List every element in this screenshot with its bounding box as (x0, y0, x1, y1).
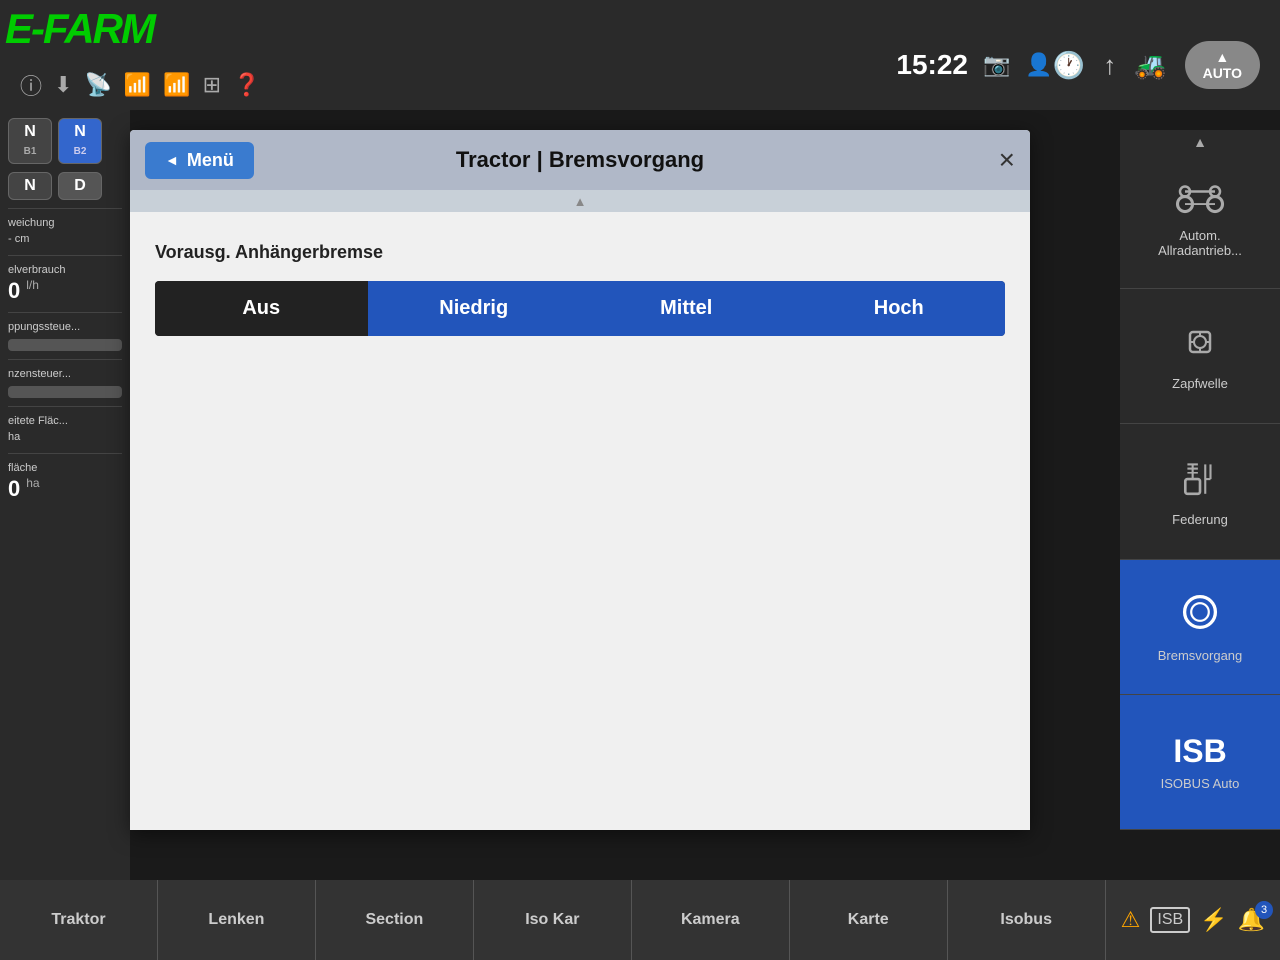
brake-option-niedrig[interactable]: Niedrig (368, 281, 581, 336)
arrow-up-icon: ↑ (1103, 50, 1116, 81)
main-dialog: Menü Tractor | Bremsvorgang × ▲ Vorausg.… (130, 130, 1030, 830)
time-display: 15:22 📷 👤 (896, 49, 1052, 81)
connection-icon: ⚡ (1200, 907, 1227, 933)
download-icon: ⬇ (54, 72, 72, 98)
brake-section-label: Vorausg. Anhängerbremse (155, 242, 1005, 263)
zapfwelle-label: Zapfwelle (1172, 376, 1228, 392)
brake-option-mittel[interactable]: Mittel (580, 281, 793, 336)
bremsvorgang-icon (1178, 590, 1222, 642)
brake-option-hoch[interactable]: Hoch (793, 281, 1006, 336)
worked-area-unit: ha (8, 429, 122, 445)
auto-button[interactable]: ▲ AUTO (1185, 41, 1260, 89)
grid-icon: ⊞ (203, 72, 221, 98)
coupling-label: ppungssteue... (8, 319, 122, 335)
camera-icon: 📷 (983, 52, 1010, 78)
boundary-section: nzensteuer... (8, 359, 122, 398)
coupling-slider (8, 339, 122, 351)
area-unit: ha (26, 476, 39, 502)
federung-icon (1179, 456, 1221, 506)
isobus-auto-button[interactable]: ISB ISOBUS Auto (1120, 695, 1280, 830)
bremsvorgang-label: Bremsvorgang (1158, 648, 1243, 664)
allrad-label: Autom.Allradantrieb... (1158, 228, 1242, 259)
dialog-title: Tractor | Bremsvorgang (456, 147, 704, 173)
menu-button[interactable]: Menü (145, 142, 254, 179)
worked-area-section: eitete Fläc... ha (8, 406, 122, 445)
area-value-row: 0 ha (8, 476, 122, 502)
consumption-unit: l/h (26, 278, 39, 304)
nav-icon: ▲ (1215, 49, 1229, 65)
gear-d-badge: D (58, 172, 102, 200)
tab-kamera[interactable]: Kamera (632, 880, 790, 960)
tractor-icon: 🚜 (1134, 50, 1166, 81)
gear-n-badge: N (8, 172, 52, 200)
isb-text: ISB (1173, 733, 1226, 770)
gear-badges-row: NB1 NB2 (8, 118, 122, 164)
isobus-label: ISOBUS Auto (1161, 776, 1240, 792)
allrad-icon (1175, 184, 1225, 222)
bottom-bar: Traktor Lenken Section Iso Kar Kamera Ka… (0, 880, 1280, 960)
info-icon: ⓘ (20, 69, 42, 101)
coupling-section: ppungssteue... (8, 312, 122, 351)
signal-icon: 📶 (163, 72, 190, 98)
consumption-section: elverbrauch 0 l/h (8, 255, 122, 304)
bottom-right-icons: ⚠ ISB ⚡ 🔔 3 (1106, 907, 1280, 933)
federung-label: Federung (1172, 512, 1228, 528)
tab-lenken[interactable]: Lenken (158, 880, 316, 960)
tab-karte[interactable]: Karte (790, 880, 948, 960)
area-section: fläche 0 ha (8, 453, 122, 502)
deviation-label: weichung (8, 215, 122, 231)
consumption-value: 0 (8, 278, 20, 304)
dialog-body: Vorausg. Anhängerbremse Aus Niedrig Mitt… (130, 212, 1030, 830)
worked-area-label: eitete Fläc... (8, 413, 122, 429)
bremsvorgang-button[interactable]: Bremsvorgang (1120, 560, 1280, 695)
warning-icon: ⚠ (1121, 907, 1141, 933)
brake-options: Aus Niedrig Mittel Hoch (155, 281, 1005, 336)
area-value: 0 (8, 476, 20, 502)
notification-badge: 3 (1255, 901, 1273, 919)
notification-icon[interactable]: 🔔 3 (1238, 907, 1265, 933)
top-right-icons: 🕐 ↑ 🚜 ▲ AUTO (1053, 41, 1260, 89)
top-icons: ⓘ ⬇ 📡 📶 📶 ⊞ ❓ (20, 69, 261, 101)
consumption-value-row: 0 l/h (8, 278, 122, 304)
brake-option-aus[interactable]: Aus (155, 281, 368, 336)
efarm-logo: E-FARM (5, 5, 154, 53)
gear-badge-n1: NB1 (8, 118, 52, 164)
deviation-unit: - cm (8, 231, 122, 247)
zapfwelle-button[interactable]: Zapfwelle (1120, 289, 1280, 424)
auto-label: AUTO (1203, 65, 1242, 81)
user-icon[interactable]: 👤 (1025, 52, 1052, 78)
speed-icon: 🕐 (1053, 50, 1085, 81)
close-button[interactable]: × (999, 144, 1015, 176)
allrad-button[interactable]: Autom.Allradantrieb... (1120, 154, 1280, 289)
time-text: 15:22 (896, 49, 968, 81)
tab-traktor[interactable]: Traktor (0, 880, 158, 960)
left-sidebar: NB1 NB2 N D weichung - cm elverbrauch 0 … (0, 110, 130, 960)
expand-indicator: ▲ (574, 194, 587, 209)
deviation-section: weichung - cm (8, 208, 122, 247)
gear-d-row: N D (8, 172, 122, 200)
gear-badge-n2: NB2 (58, 118, 102, 164)
dialog-header: Menü Tractor | Bremsvorgang × (130, 130, 1030, 190)
isb-status-icon: ISB (1150, 907, 1190, 933)
boundary-slider (8, 386, 122, 398)
satellite-icon: 📡 (84, 72, 111, 98)
top-bar: E-FARM ⓘ ⬇ 📡 📶 📶 ⊞ ❓ 15:22 📷 👤 🕐 ↑ 🚜 ▲ A… (0, 0, 1280, 110)
federung-button[interactable]: Federung (1120, 424, 1280, 559)
zapfwelle-icon (1180, 322, 1220, 370)
tab-section[interactable]: Section (316, 880, 474, 960)
dialog-subheader: ▲ (130, 190, 1030, 212)
right-panel: Autom.Allradantrieb... Zapfwelle (1120, 130, 1280, 830)
boundary-label: nzensteuer... (8, 366, 122, 382)
consumption-label: elverbrauch (8, 262, 122, 278)
area-label: fläche (8, 460, 122, 476)
tab-iso-kar[interactable]: Iso Kar (474, 880, 632, 960)
help-icon[interactable]: ❓ (233, 72, 260, 98)
tab-isobus[interactable]: Isobus (948, 880, 1106, 960)
wifi-icon: 📶 (124, 72, 151, 98)
